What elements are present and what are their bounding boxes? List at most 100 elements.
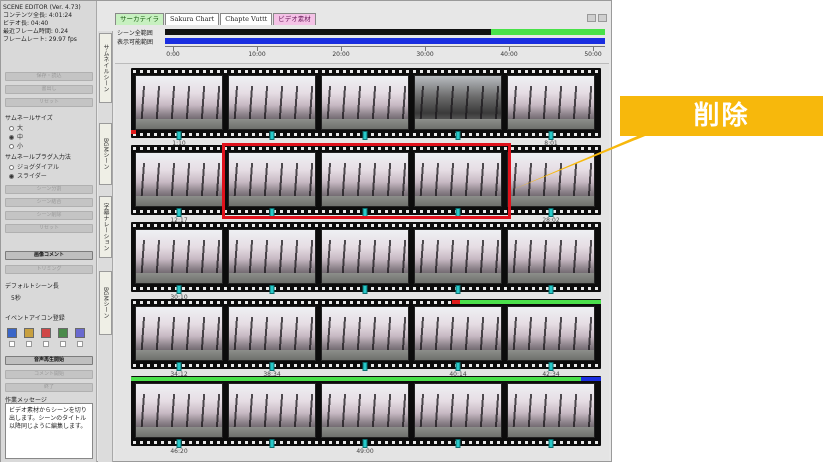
- app-info-line: フレームレート: 29.97 fps: [3, 36, 77, 43]
- close-button[interactable]: [598, 14, 607, 22]
- scene-marker[interactable]: [362, 131, 368, 140]
- scene-marker[interactable]: [455, 362, 461, 371]
- display-range-label: 表示可能範囲: [117, 39, 154, 46]
- scene-marker[interactable]: [176, 439, 182, 448]
- reset-button[interactable]: リセット: [5, 98, 93, 107]
- scene-thumbnail[interactable]: [507, 152, 595, 207]
- comment-start-button[interactable]: コメント開始: [5, 370, 93, 379]
- scene-delete-button[interactable]: シーン削除: [5, 211, 93, 220]
- scene-thumbnail[interactable]: [228, 306, 316, 361]
- display-range-bar[interactable]: [165, 38, 605, 44]
- audio-play-button[interactable]: 音声再生開始: [5, 356, 93, 365]
- scene-thumbnail[interactable]: [414, 383, 502, 438]
- scene-range-green: [131, 377, 581, 381]
- scene-thumbnail[interactable]: [507, 383, 595, 438]
- scene-thumbnail[interactable]: [321, 75, 409, 130]
- vtab-bgm-scene[interactable]: BGMシーン: [99, 123, 112, 185]
- scene-thumbnail[interactable]: [414, 306, 502, 361]
- scene-marker[interactable]: [455, 285, 461, 294]
- minimize-button[interactable]: [587, 14, 596, 22]
- vtab-thumbnail-scene[interactable]: サムネイルシーン: [99, 33, 112, 103]
- radio-dot: [9, 165, 14, 170]
- scene-marker[interactable]: [269, 439, 275, 448]
- scene-marker[interactable]: [548, 131, 554, 140]
- thumb-mode-radio-jog[interactable]: ジョグダイアル: [9, 162, 59, 171]
- scene-marker[interactable]: [269, 285, 275, 294]
- tab-chapter[interactable]: Chapte Vuttt: [220, 13, 273, 25]
- default-scene-value[interactable]: 5秒: [11, 293, 21, 302]
- event-icon-check-5[interactable]: [77, 341, 83, 347]
- scene-merge-button[interactable]: シーン結合: [5, 198, 93, 207]
- event-icon-5[interactable]: [75, 328, 85, 338]
- scene-thumbnail[interactable]: [135, 229, 223, 284]
- save-load-button[interactable]: 保存・読込: [5, 72, 93, 81]
- thumb-size-radio-medium[interactable]: 中: [9, 132, 23, 141]
- scene-marker[interactable]: [362, 439, 368, 448]
- event-icon-check-2[interactable]: [26, 341, 32, 347]
- vtab-label: BGMシーン: [102, 287, 109, 319]
- scene-marker[interactable]: [362, 362, 368, 371]
- radio-dot: [9, 174, 14, 179]
- scene-reset-button[interactable]: リセット: [5, 224, 93, 233]
- scene-marker[interactable]: [269, 131, 275, 140]
- scene-thumbnail[interactable]: [321, 306, 409, 361]
- app-info-line: SCENE EDITOR (Ver. 4.73): [3, 4, 81, 11]
- scene-thumbnail[interactable]: [507, 75, 595, 130]
- thumb-size-radio-small[interactable]: 小: [9, 141, 23, 150]
- radio-dot: [9, 135, 14, 140]
- scene-marker[interactable]: [548, 208, 554, 217]
- scene-marker[interactable]: [176, 208, 182, 217]
- thumb-mode-label: サムネールプラグ入力法: [5, 154, 71, 161]
- scene-thumbnail[interactable]: [228, 383, 316, 438]
- event-icon-check-4[interactable]: [60, 341, 66, 347]
- scene-marker[interactable]: [455, 131, 461, 140]
- delete-callout: 削除: [620, 96, 823, 136]
- tab-sakura-chart[interactable]: Sakura Chart: [165, 13, 220, 25]
- thumb-size-radio-large[interactable]: 大: [9, 123, 23, 132]
- scene-marker[interactable]: [176, 362, 182, 371]
- scene-marker[interactable]: [455, 439, 461, 448]
- film-strip-panel: 1:10 8:01 12:17 28:02 30:10 34:12 38:34 40:14 42…: [115, 63, 609, 461]
- thumb-mode-radio-slider[interactable]: スライダー: [9, 171, 47, 180]
- ruler-label: 10:00: [248, 51, 266, 58]
- scene-thumbnail[interactable]: [321, 383, 409, 438]
- event-icon-check-3[interactable]: [43, 341, 49, 347]
- scene-range-bar[interactable]: [165, 29, 605, 35]
- scene-thumbnail[interactable]: [135, 383, 223, 438]
- message-box: ビデオ素材からシーンを切り出します。シーンのタイトル以降同じように編集します。: [5, 403, 93, 459]
- scene-marker[interactable]: [176, 285, 182, 294]
- scene-thumbnail[interactable]: [135, 306, 223, 361]
- export-button[interactable]: 書出し: [5, 85, 93, 94]
- scene-marker[interactable]: [176, 131, 182, 140]
- scene-thumbnail[interactable]: [507, 306, 595, 361]
- scene-thumbnail[interactable]: [414, 75, 502, 130]
- tab-video-material[interactable]: ビデオ素材: [273, 13, 316, 25]
- scene-range-bar-fill: [165, 29, 491, 35]
- vtab-bgm-scene-2[interactable]: BGMシーン: [99, 271, 112, 335]
- tab-main[interactable]: サーカテイラ: [115, 13, 164, 25]
- scene-marker[interactable]: [269, 362, 275, 371]
- radio-label: 大: [17, 125, 24, 132]
- scene-thumbnail[interactable]: [507, 229, 595, 284]
- scene-marker[interactable]: [362, 285, 368, 294]
- scene-thumbnail[interactable]: [321, 229, 409, 284]
- scene-thumbnail[interactable]: [414, 229, 502, 284]
- image-comment-button[interactable]: 画像コメント: [5, 251, 93, 260]
- scene-thumbnail[interactable]: [228, 229, 316, 284]
- scene-thumbnail[interactable]: [135, 152, 223, 207]
- top-tab-bar: サーカテイラ Sakura Chart Chapte Vuttt ビデオ素材: [115, 13, 316, 25]
- trimming-button[interactable]: トリミング: [5, 265, 93, 274]
- event-icon-4[interactable]: [58, 328, 68, 338]
- scene-marker[interactable]: [548, 285, 554, 294]
- scene-split-button[interactable]: シーン分割: [5, 185, 93, 194]
- vtab-subtitle[interactable]: 字幕ナレーション: [99, 196, 112, 258]
- scene-thumbnail[interactable]: [135, 75, 223, 130]
- event-icon-1[interactable]: [7, 328, 17, 338]
- event-icon-2[interactable]: [24, 328, 34, 338]
- event-icon-check-1[interactable]: [9, 341, 15, 347]
- scene-thumbnail[interactable]: [228, 75, 316, 130]
- scene-marker[interactable]: [548, 362, 554, 371]
- scene-marker[interactable]: [548, 439, 554, 448]
- end-button[interactable]: 終了: [5, 383, 93, 392]
- event-icon-3[interactable]: [41, 328, 51, 338]
